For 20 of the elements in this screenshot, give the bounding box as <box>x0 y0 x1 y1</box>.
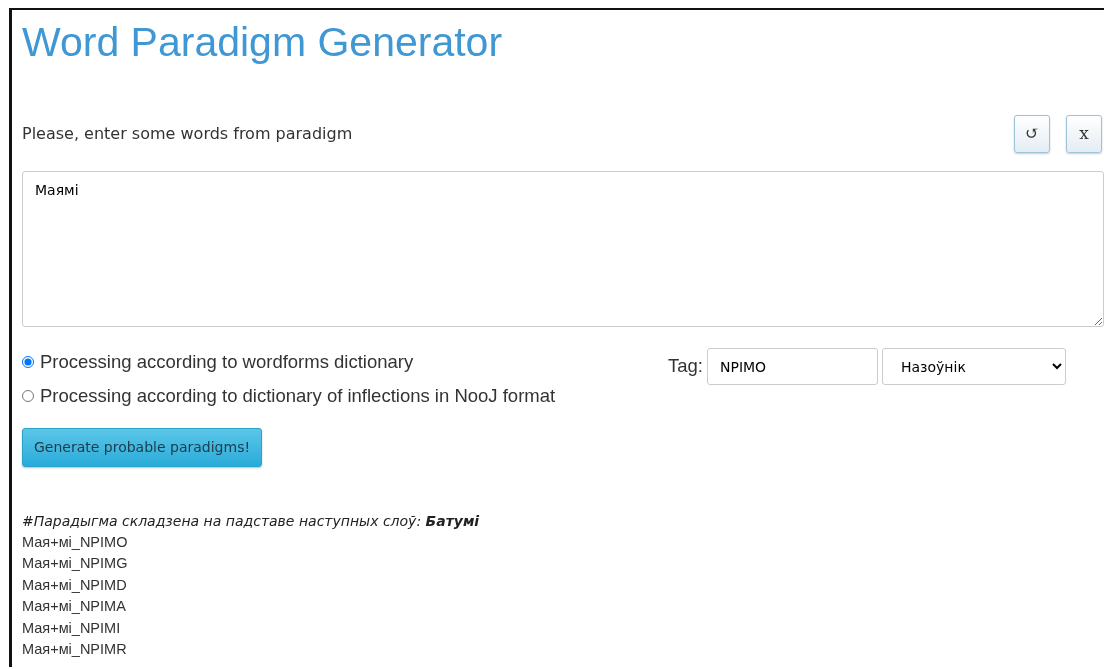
part-of-speech-select[interactable]: Назоўнік <box>881 348 1066 386</box>
paradigm-line: Мая+мі_NPIMO <box>22 532 129 552</box>
paradigm-line: Мая+мі_NPIMD <box>22 575 128 595</box>
tag-label: Tag: <box>668 354 703 379</box>
paradigm-line: Мая+мі_NPIMI <box>22 618 122 638</box>
mode-label: Processing according to dictionary of inflections in NooJ format <box>40 383 556 408</box>
paradigm-line: Мая+мі_NPIMR <box>22 640 128 660</box>
mode-label: Processing according to wordforms dictionary <box>40 350 414 375</box>
tag-input-field[interactable]: NPIMO <box>706 348 878 386</box>
output-header: #Парадыгма складзена на падставе наступных слоў: Батумі <box>22 511 481 531</box>
generate-button[interactable]: Generate probable paradigms! <box>22 427 263 467</box>
paradigm-line: Мая+мі_NPIMG <box>22 554 129 574</box>
paradigm-line: Мая+мі_NPIMA <box>22 597 127 617</box>
words-input-field[interactable]: Маямі <box>22 171 1104 328</box>
mode-radio[interactable] <box>22 389 34 402</box>
instruction-label: Please, enter some words from paradigm <box>22 123 353 146</box>
clear-button[interactable]: x <box>1066 115 1102 154</box>
page-title: Word Paradigm Generator <box>22 18 504 67</box>
mode-radio[interactable] <box>22 356 34 369</box>
reset-button[interactable]: ↺ <box>1014 115 1050 154</box>
